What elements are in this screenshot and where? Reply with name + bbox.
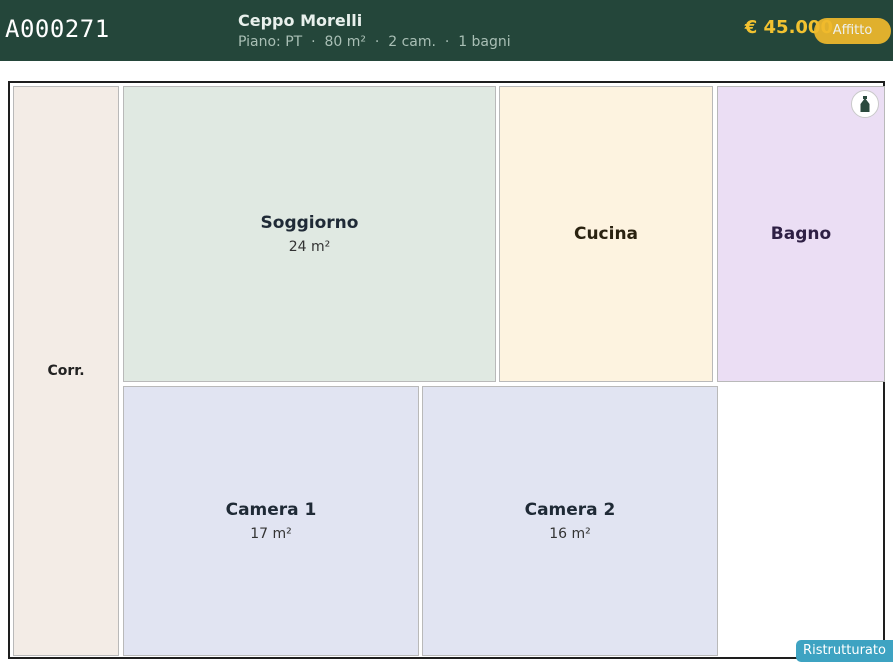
room-area: 16 m² bbox=[549, 526, 591, 542]
room-corridor[interactable]: Corr. bbox=[13, 86, 119, 656]
room-living[interactable]: Soggiorno 24 m² bbox=[123, 86, 496, 382]
room-name: Soggiorno bbox=[260, 213, 359, 233]
floor-plan: Corr. Soggiorno 24 m² Cucina Bagno Camer… bbox=[8, 81, 885, 659]
listing-specs: Piano: PT · 80 m² · 2 cam. · 1 bagni bbox=[238, 34, 511, 50]
room-bathroom[interactable]: Bagno bbox=[717, 86, 885, 382]
room-bedroom-2[interactable]: Camera 2 16 m² bbox=[422, 386, 718, 656]
room-area: 17 m² bbox=[250, 526, 292, 542]
shower-icon bbox=[851, 90, 879, 118]
listing-id: A000271 bbox=[5, 15, 110, 43]
room-name: Cucina bbox=[573, 224, 639, 244]
room-bedroom-1[interactable]: Camera 1 17 m² bbox=[123, 386, 419, 656]
room-area: 24 m² bbox=[288, 239, 331, 255]
listing-header: A000271 Ceppo Morelli Piano: PT · 80 m² … bbox=[0, 0, 893, 61]
locality-title: Ceppo Morelli bbox=[238, 11, 363, 30]
status-badge: Ristrutturato bbox=[796, 640, 893, 662]
contract-badge[interactable]: Affitto bbox=[814, 18, 891, 44]
room-name: Bagno bbox=[770, 224, 832, 244]
room-kitchen[interactable]: Cucina bbox=[499, 86, 713, 382]
room-name: Camera 1 bbox=[225, 500, 317, 520]
room-name: Camera 2 bbox=[524, 500, 616, 520]
room-name: Corr. bbox=[47, 363, 85, 379]
